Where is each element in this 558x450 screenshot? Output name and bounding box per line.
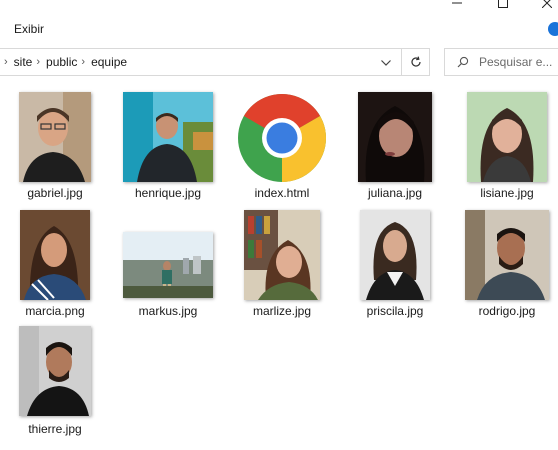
file-name: henrique.jpg [134,186,202,200]
file-item-index-html[interactable]: index.html [227,90,337,208]
file-item-henrique[interactable]: henrique.jpg [113,90,223,208]
file-name: thierre.jpg [28,422,82,436]
menu-view[interactable]: Exibir [14,22,44,36]
file-name: juliana.jpg [367,186,423,200]
title-bar: Exibir [0,0,558,44]
close-icon [542,0,552,8]
file-name: markus.jpg [138,304,198,318]
file-item-juliana[interactable]: juliana.jpg [340,90,450,208]
refresh-button[interactable] [402,48,430,76]
maximize-button[interactable] [480,0,526,12]
maximize-icon [498,0,508,8]
breadcrumb-site[interactable]: site [14,55,33,69]
search-placeholder: Pesquisar e... [479,55,553,69]
file-item-lisiane[interactable]: lisiane.jpg [452,90,558,208]
file-name: gabriel.jpg [27,186,83,200]
address-row: › site › public › equipe Pesquisar e... [0,44,558,78]
minimize-icon [452,2,462,4]
photo-thumbnail [358,92,432,182]
file-name: rodrigo.jpg [478,304,536,318]
photo-thumbnail [20,210,90,300]
file-name: marcia.png [25,304,85,318]
address-dropdown-button[interactable] [378,55,394,71]
photo-thumbnail [467,92,547,182]
photo-thumbnail [244,210,320,300]
photo-thumbnail [123,92,213,182]
address-bar[interactable]: › site › public › equipe [0,48,402,76]
file-item-marcia[interactable]: marcia.png [0,208,110,326]
file-item-marlize[interactable]: marlize.jpg [227,208,337,326]
chrome-icon [238,94,326,182]
file-name: priscila.jpg [366,304,424,318]
file-item-rodrigo[interactable]: rodrigo.jpg [452,208,558,326]
photo-thumbnail [465,210,549,300]
photo-thumbnail [123,232,213,298]
chevron-right-icon[interactable]: › [4,56,8,68]
file-name: index.html [254,186,310,200]
file-item-thierre[interactable]: thierre.jpg [0,326,110,444]
chevron-right-icon[interactable]: › [81,56,85,68]
file-item-markus[interactable]: markus.jpg [113,208,223,326]
photo-thumbnail [19,92,91,182]
search-icon [457,56,469,68]
minimize-button[interactable] [434,0,480,12]
file-item-priscila[interactable]: priscila.jpg [340,208,450,326]
breadcrumb-public[interactable]: public [46,55,77,69]
breadcrumb-equipe[interactable]: equipe [91,55,127,69]
file-item-gabriel[interactable]: gabriel.jpg [0,90,110,208]
help-icon[interactable] [548,22,558,36]
chevron-down-icon [381,60,391,66]
chevron-right-icon[interactable]: › [36,56,40,68]
photo-thumbnail [19,326,91,416]
photo-thumbnail [360,210,430,300]
file-name: lisiane.jpg [480,186,534,200]
file-name: marlize.jpg [252,304,312,318]
refresh-icon [410,56,421,67]
search-input[interactable]: Pesquisar e... [444,48,558,76]
close-button[interactable] [524,0,558,12]
